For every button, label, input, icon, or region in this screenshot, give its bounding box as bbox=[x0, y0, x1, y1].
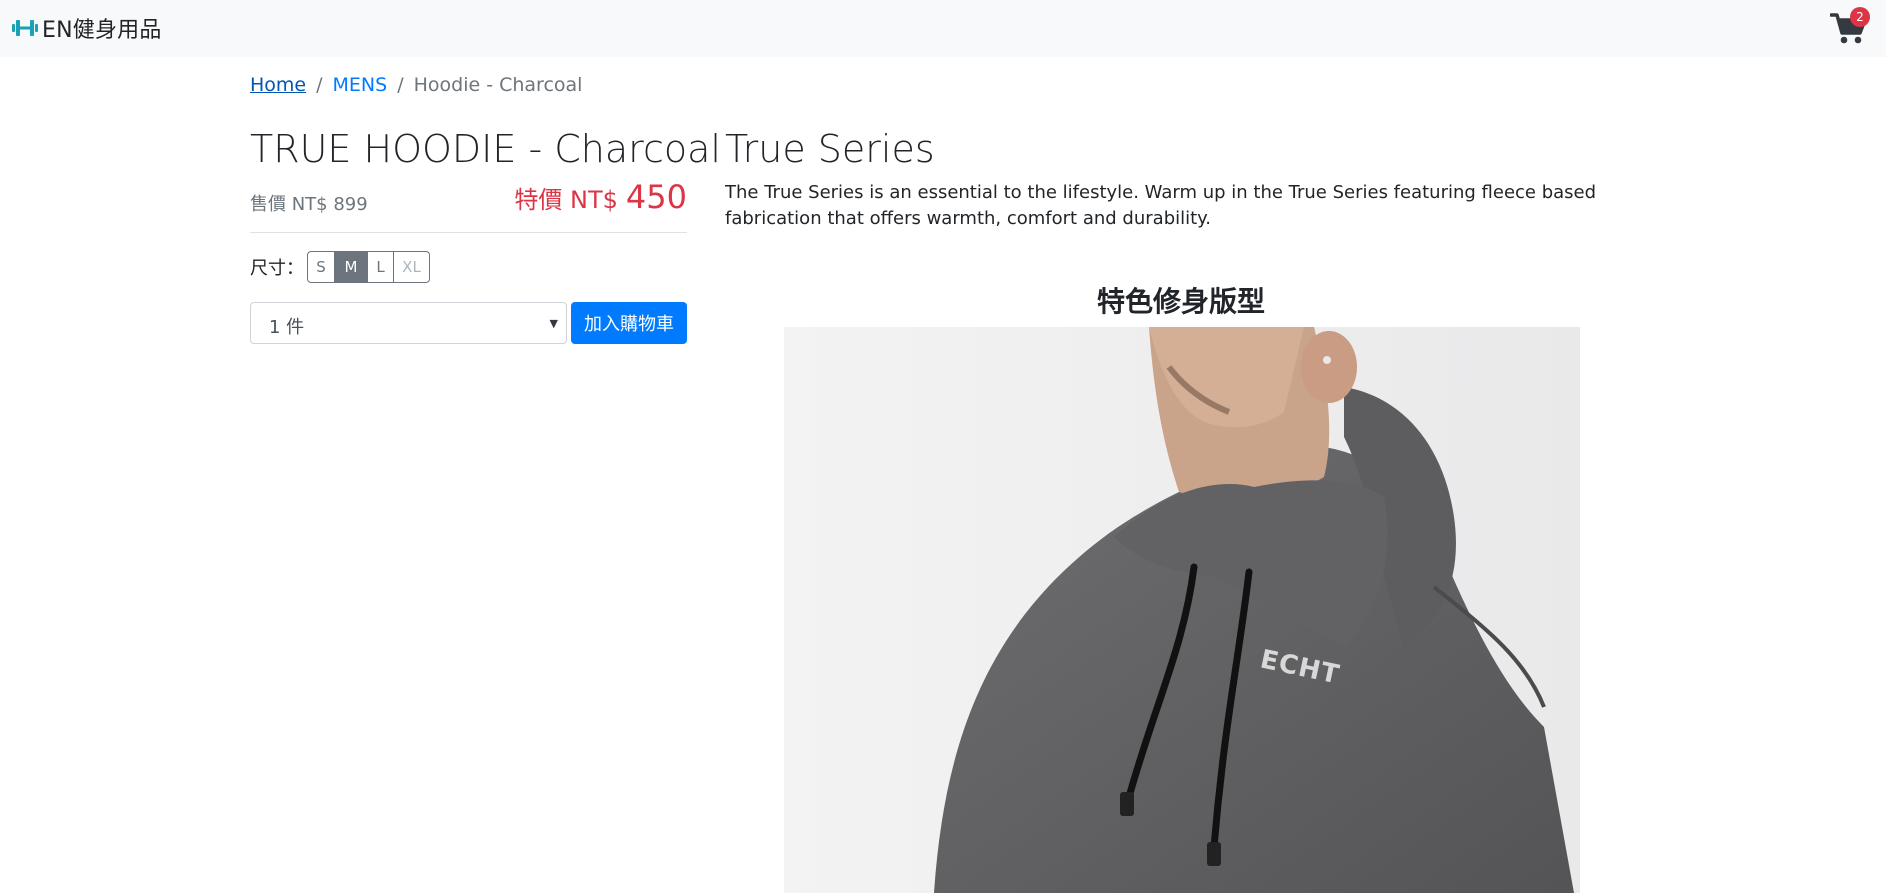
brand-link[interactable]: EN健身用品 bbox=[11, 13, 162, 43]
size-option-xl[interactable]: XL bbox=[393, 251, 430, 283]
breadcrumb-separator: / bbox=[316, 74, 323, 96]
cart-count-badge: 2 bbox=[1850, 7, 1870, 27]
breadcrumb-current: Hoodie - Charcoal bbox=[413, 74, 583, 96]
size-option-m[interactable]: M bbox=[334, 251, 368, 283]
original-price: 售價 NT$ 899 bbox=[250, 194, 368, 215]
quantity-value: 1 件 bbox=[269, 317, 305, 338]
breadcrumb-separator: / bbox=[397, 74, 404, 96]
size-label: 尺寸： bbox=[250, 258, 304, 279]
sale-price-label: 特價 NT$ bbox=[514, 186, 618, 214]
size-option-l[interactable]: L bbox=[367, 251, 394, 283]
size-option-s[interactable]: S bbox=[307, 251, 335, 283]
quantity-select[interactable]: 1 件 ▼ bbox=[250, 302, 567, 344]
product-title: TRUE HOODIE - Charcoal bbox=[250, 127, 721, 171]
size-selector: S M L XL bbox=[307, 251, 430, 283]
sale-price-value: 450 bbox=[625, 178, 687, 216]
brand-name: EN健身用品 bbox=[42, 18, 162, 43]
top-navbar: EN健身用品 2 bbox=[0, 0, 1886, 57]
dumbbell-icon bbox=[12, 20, 38, 36]
breadcrumb-home-link[interactable]: Home bbox=[250, 74, 306, 96]
feature-heading: 特色修身版型 bbox=[1096, 285, 1265, 318]
series-title: True Series bbox=[725, 127, 935, 171]
product-photo: ECHT bbox=[784, 327, 1580, 893]
series-description: The True Series is an essential to the l… bbox=[725, 182, 1597, 229]
hoodie-model-illustration: ECHT bbox=[784, 327, 1580, 893]
price-divider bbox=[250, 232, 687, 233]
caret-down-icon: ▼ bbox=[549, 317, 558, 330]
breadcrumb: Home / MENS / Hoodie - Charcoal bbox=[250, 73, 582, 97]
breadcrumb-category-link[interactable]: MENS bbox=[333, 74, 388, 96]
add-to-cart-button[interactable]: 加入購物車 bbox=[571, 302, 687, 344]
sale-price: 特價 NT$ 450 bbox=[514, 178, 687, 216]
cart-button[interactable]: 2 bbox=[1829, 7, 1870, 46]
